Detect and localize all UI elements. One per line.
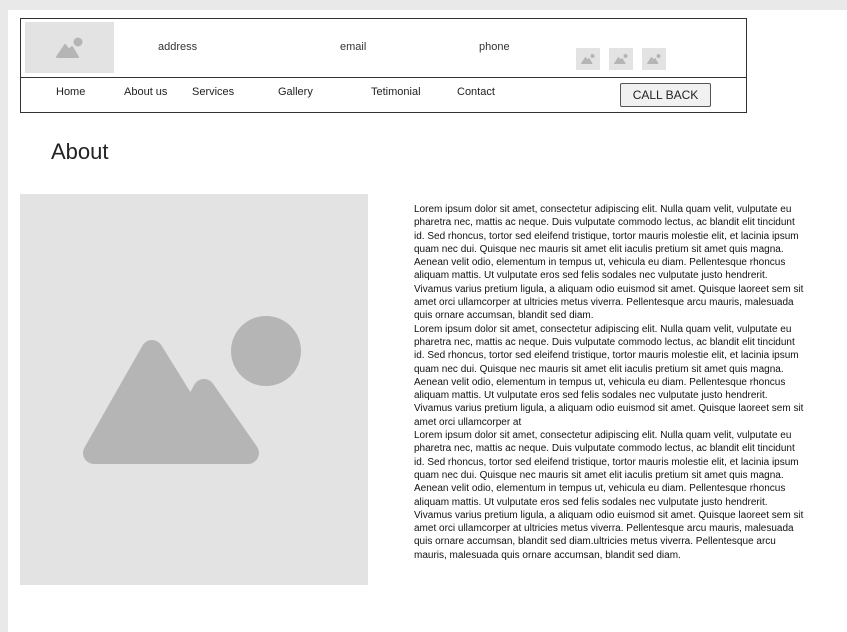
site-header: address email phone Home About us Servic… [20, 18, 747, 113]
nav-item-about-us[interactable]: About us [124, 86, 167, 98]
social-link-2[interactable] [609, 48, 633, 70]
address-text: address [158, 41, 198, 53]
social-link-3[interactable] [642, 48, 666, 70]
about-paragraph-3: Lorem ipsum dolor sit amet, consectetur … [414, 430, 804, 561]
header-info-bar: address email phone [21, 19, 746, 78]
nav-item-testimonial[interactable]: Tetimonial [371, 86, 421, 98]
about-paragraph-2: Lorem ipsum dolor sit amet, consectetur … [414, 323, 804, 428]
nav-item-contact[interactable]: Contact [457, 86, 495, 98]
about-image-placeholder [20, 194, 368, 585]
page-title: About [51, 139, 109, 164]
call-back-button[interactable]: CALL BACK [620, 83, 711, 107]
logo-placeholder[interactable] [25, 22, 114, 73]
social-link-1[interactable] [576, 48, 600, 70]
page: address email phone Home About us Servic… [8, 10, 847, 632]
image-icon [614, 54, 628, 64]
about-body-text: Lorem ipsum dolor sit amet, consectetur … [414, 203, 806, 562]
image-icon [55, 37, 82, 58]
image-icon [647, 54, 661, 64]
email-text: email [340, 41, 367, 53]
image-placeholder-icon [83, 316, 301, 464]
about-paragraph-1: Lorem ipsum dolor sit amet, consectetur … [414, 204, 804, 322]
nav-item-home[interactable]: Home [56, 86, 85, 98]
nav-item-services[interactable]: Services [192, 86, 234, 98]
phone-text: phone [479, 41, 510, 53]
nav-item-gallery[interactable]: Gallery [278, 86, 313, 98]
image-icon [581, 54, 595, 64]
